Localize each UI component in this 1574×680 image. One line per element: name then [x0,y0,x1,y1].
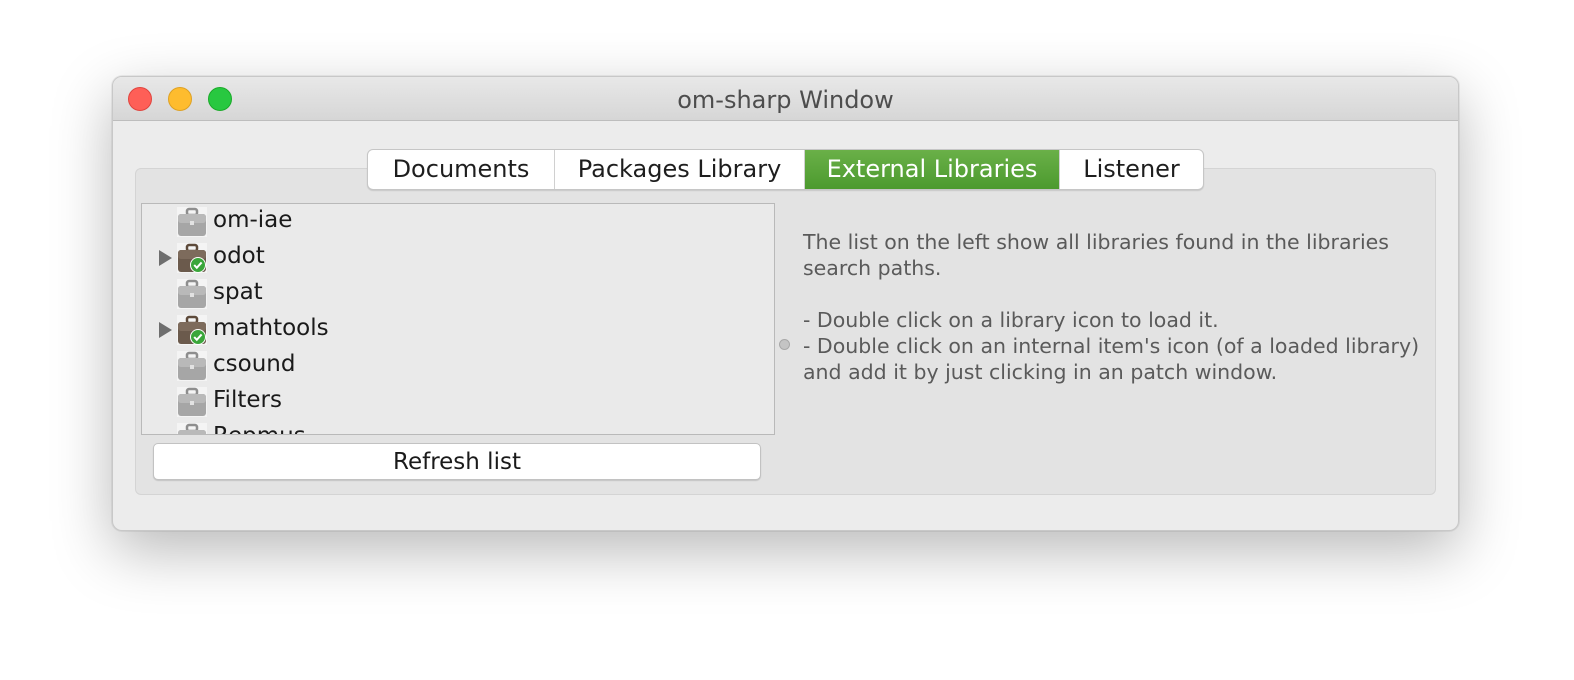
library-item-filters[interactable]: Filters [142,384,774,420]
library-label: spat [213,279,263,305]
library-loaded-icon[interactable] [177,243,207,273]
tab-packages-library[interactable]: Packages Library [555,150,805,189]
help-intro: The list on the left show all libraries … [803,230,1389,280]
help-tip-load: - Double click on a library icon to load… [803,308,1219,332]
window-title: om-sharp Window [677,86,894,114]
library-item-spat[interactable]: spat [142,276,774,312]
library-item-mathtools[interactable]: mathtools [142,312,774,348]
library-item-repmus[interactable]: Repmus [142,420,774,435]
library-icon[interactable] [177,279,207,309]
splitter-handle[interactable] [779,339,790,350]
library-loaded-icon[interactable] [177,315,207,345]
library-label: odot [213,243,265,269]
library-item-csound[interactable]: csound [142,348,774,384]
library-label: csound [213,351,296,377]
library-icon[interactable] [177,207,207,237]
library-icon[interactable] [177,387,207,417]
help-tip-add: - Double click on an internal item's ico… [803,334,1420,384]
title-bar[interactable]: om-sharp Window [113,77,1458,121]
library-item-om-iae[interactable]: om-iae [142,204,774,240]
help-text: The list on the left show all libraries … [803,229,1433,385]
library-icon[interactable] [177,351,207,381]
disclosure-triangle-icon[interactable] [159,322,172,338]
library-item-odot[interactable]: odot [142,240,774,276]
tab-bar: Documents Packages Library External Libr… [367,149,1204,190]
tab-documents[interactable]: Documents [368,150,555,189]
library-icon[interactable] [177,423,207,435]
tab-external-libraries[interactable]: External Libraries [805,150,1060,189]
library-list[interactable]: om-iae odot spat mathtools csound Filter… [141,203,775,435]
tab-listener[interactable]: Listener [1060,150,1203,189]
disclosure-triangle-icon[interactable] [159,250,172,266]
library-label: Repmus [213,423,306,434]
om-sharp-window: om-sharp Window Documents Packages Libra… [112,76,1459,531]
library-label: om-iae [213,207,293,233]
refresh-list-button[interactable]: Refresh list [153,443,761,480]
library-label: mathtools [213,315,329,341]
library-label: Filters [213,387,282,413]
